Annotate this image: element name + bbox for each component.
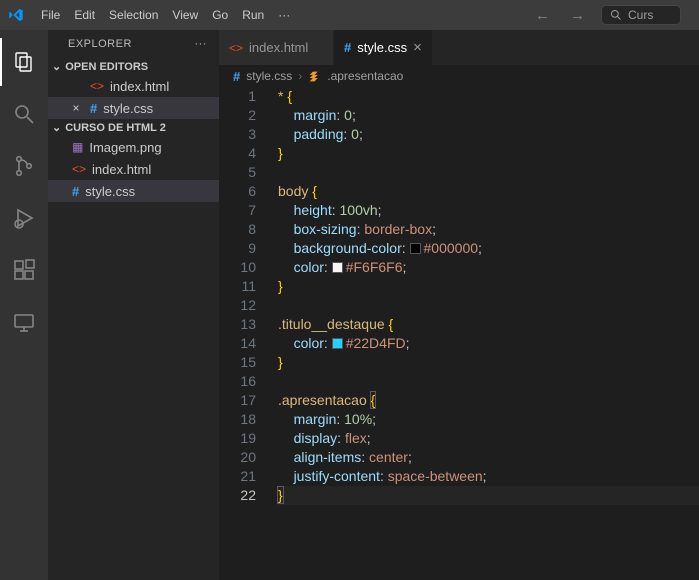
tab-bar: <> index.html ×# style.css × xyxy=(219,30,699,65)
nav-forward-icon[interactable]: → xyxy=(566,5,589,26)
symbol-class-icon xyxy=(308,70,321,83)
tab-label: index.html xyxy=(249,40,308,55)
css-file-icon: # xyxy=(72,184,79,199)
editor-tab[interactable]: # style.css × xyxy=(334,30,433,65)
close-icon[interactable]: × xyxy=(413,39,422,56)
menu-···[interactable]: ··· xyxy=(271,4,297,26)
folder-section[interactable]: ⌄ CURSO DE HTML 2 xyxy=(48,119,219,136)
image-file-icon: ▦ xyxy=(72,140,83,154)
remote-icon[interactable] xyxy=(0,298,48,346)
file-name: index.html xyxy=(92,162,151,177)
activity-bar xyxy=(0,30,48,580)
file-name: style.css xyxy=(103,101,153,116)
color-swatch[interactable] xyxy=(332,262,343,273)
menu-file[interactable]: File xyxy=(34,4,67,26)
file-name: Imagem.png xyxy=(89,140,161,155)
open-editor-item[interactable]: <> index.html xyxy=(48,75,219,97)
open-editors-tree: <> index.html × # style.css xyxy=(48,75,219,119)
explorer-title: EXPLORER xyxy=(68,38,132,50)
run-debug-icon[interactable] xyxy=(0,194,48,242)
file-item[interactable]: # style.css xyxy=(48,180,219,202)
menu-selection[interactable]: Selection xyxy=(102,4,165,26)
open-editor-item[interactable]: × # style.css xyxy=(48,97,219,119)
color-swatch[interactable] xyxy=(332,338,343,349)
file-name: index.html xyxy=(110,79,169,94)
explorer-icon[interactable] xyxy=(0,38,48,86)
vscode-logo-icon xyxy=(8,7,24,23)
folder-label: CURSO DE HTML 2 xyxy=(65,122,166,134)
menu-view[interactable]: View xyxy=(165,4,205,26)
breadcrumb-file: style.css xyxy=(246,69,292,83)
explorer-sidebar: EXPLORER ··· ⌄ OPEN EDITORS <> index.html… xyxy=(48,30,219,580)
css-file-icon: # xyxy=(344,40,351,55)
search-placeholder: Curs xyxy=(628,8,653,22)
menu-bar: FileEditSelectionViewGoRun··· xyxy=(34,4,297,26)
titlebar: FileEditSelectionViewGoRun··· ← → Curs xyxy=(0,0,699,30)
nav-back-icon[interactable]: ← xyxy=(531,5,554,26)
chevron-down-icon: ⌄ xyxy=(52,121,61,134)
editor-area: <> index.html ×# style.css × # style.css › .… xyxy=(219,30,699,580)
html-file-icon: <> xyxy=(90,79,104,93)
code-editor[interactable]: 12345678910111213141516171819202122 * { … xyxy=(219,87,699,580)
tab-label: style.css xyxy=(357,40,407,55)
open-editors-label: OPEN EDITORS xyxy=(65,61,148,73)
search-icon[interactable] xyxy=(0,90,48,138)
file-item[interactable]: ▦ Imagem.png xyxy=(48,136,219,158)
extensions-icon[interactable] xyxy=(0,246,48,294)
search-icon xyxy=(610,9,622,21)
close-icon[interactable]: × xyxy=(68,100,84,116)
chevron-right-icon: › xyxy=(298,69,302,83)
css-file-icon: # xyxy=(233,69,240,84)
chevron-down-icon: ⌄ xyxy=(52,60,61,73)
open-editors-section[interactable]: ⌄ OPEN EDITORS xyxy=(48,58,219,75)
source-control-icon[interactable] xyxy=(0,142,48,190)
editor-tab[interactable]: <>index.html× xyxy=(219,30,334,65)
command-center-search[interactable]: Curs xyxy=(601,5,681,25)
code-content[interactable]: * { margin: 0; padding: 0;}body { height… xyxy=(274,87,699,580)
folder-tree: ▦ Imagem.png<> index.html # style.css xyxy=(48,136,219,202)
html-file-icon: <> xyxy=(229,41,243,55)
breadcrumb-symbol: .apresentacao xyxy=(327,69,403,83)
css-file-icon: # xyxy=(90,101,97,116)
html-file-icon: <> xyxy=(72,162,86,176)
menu-go[interactable]: Go xyxy=(205,4,235,26)
file-item[interactable]: <> index.html xyxy=(48,158,219,180)
menu-edit[interactable]: Edit xyxy=(67,4,102,26)
more-icon[interactable]: ··· xyxy=(195,38,208,50)
file-name: style.css xyxy=(85,184,135,199)
breadcrumb[interactable]: # style.css › .apresentacao xyxy=(219,65,699,87)
color-swatch[interactable] xyxy=(410,243,421,254)
close-icon[interactable] xyxy=(68,78,84,94)
menu-run[interactable]: Run xyxy=(235,4,271,26)
line-gutter: 12345678910111213141516171819202122 xyxy=(219,87,274,580)
